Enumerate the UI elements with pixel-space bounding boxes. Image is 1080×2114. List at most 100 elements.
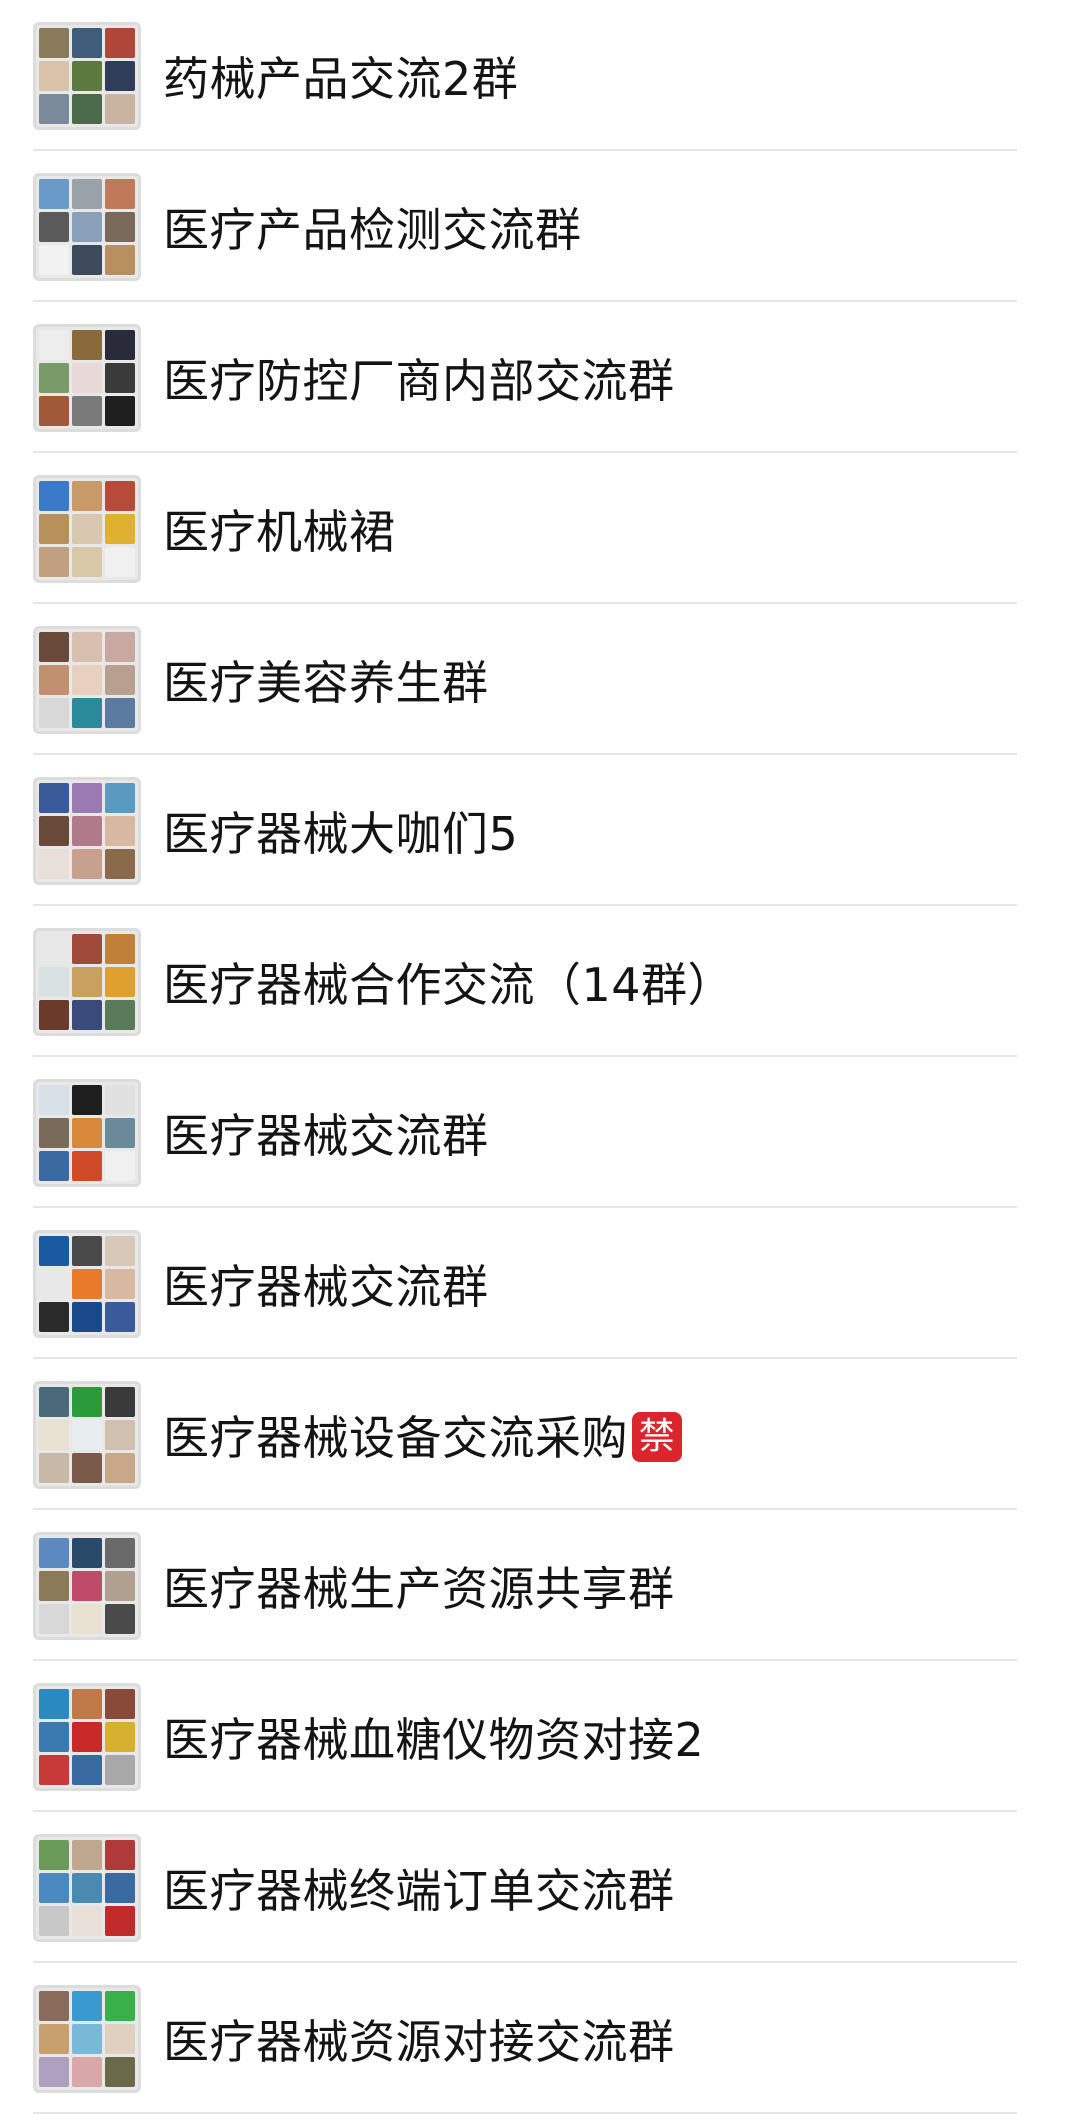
member-avatar-tile (72, 999, 102, 1030)
member-avatar-tile (105, 697, 135, 728)
member-avatar-tile (105, 933, 135, 964)
group-name: 医疗器械合作交流（14群） (163, 949, 734, 1015)
group-chat-item[interactable]: 医疗器械资源对接交流群 (0, 1963, 1080, 2114)
member-avatar-tile (105, 1990, 135, 2021)
member-avatar-tile (72, 1721, 102, 1752)
member-avatar-tile (105, 60, 135, 91)
group-name: 医疗器械血糖仪物资对接2 (163, 1704, 704, 1770)
member-avatar-tile (72, 480, 102, 511)
group-avatar (33, 21, 141, 130)
group-chat-item[interactable]: 医疗器械终端订单交流群 (0, 1812, 1080, 1963)
member-avatar-tile (39, 1990, 69, 2021)
group-chat-item[interactable]: 医疗器械大咖们5 (0, 755, 1080, 906)
group-chat-item[interactable]: 药械产品交流2群 (0, 0, 1080, 151)
member-avatar-tile (105, 1150, 135, 1181)
member-avatar-tile (105, 1839, 135, 1870)
member-avatar-tile (105, 1721, 135, 1752)
member-avatar-tile (105, 1570, 135, 1601)
member-avatar-tile (72, 1386, 102, 1417)
member-avatar-tile (39, 1386, 69, 1417)
group-name: 医疗器械交流群 (163, 1251, 489, 1317)
member-avatar-tile (105, 480, 135, 511)
member-avatar-tile (105, 513, 135, 544)
member-avatar-tile (72, 244, 102, 275)
member-avatar-tile (39, 1872, 69, 1903)
group-chat-item[interactable]: 医疗产品检测交流群 (0, 151, 1080, 302)
group-avatar (33, 172, 141, 281)
member-avatar-tile (72, 1537, 102, 1568)
group-name-text: 医疗美容养生群 (163, 655, 489, 710)
group-name: 医疗防控厂商内部交流群 (163, 345, 675, 411)
member-avatar-tile (105, 815, 135, 846)
member-avatar-tile (105, 1754, 135, 1785)
group-chat-item[interactable]: 医疗器械交流群 (0, 1057, 1080, 1208)
member-avatar-tile (105, 1905, 135, 1936)
group-name-text: 医疗器械交流群 (163, 1259, 489, 1314)
group-name: 药械产品交流2群 (163, 43, 518, 109)
member-avatar-tile (39, 782, 69, 813)
group-chat-item[interactable]: 医疗器械设备交流采购禁 (0, 1359, 1080, 1510)
member-avatar-tile (72, 1603, 102, 1634)
member-avatar-tile (72, 1301, 102, 1332)
member-avatar-tile (72, 1150, 102, 1181)
group-avatar (33, 1833, 141, 1942)
member-avatar-tile (72, 966, 102, 997)
group-avatar (33, 1380, 141, 1489)
member-avatar-tile (39, 1537, 69, 1568)
member-avatar-tile (72, 93, 102, 124)
member-avatar-tile (39, 1603, 69, 1634)
member-avatar-tile (72, 664, 102, 695)
member-avatar-tile (72, 933, 102, 964)
member-avatar-tile (39, 480, 69, 511)
member-avatar-tile (39, 362, 69, 393)
group-chat-item[interactable]: 医疗美容养生群 (0, 604, 1080, 755)
member-avatar-tile (105, 631, 135, 662)
group-avatar (33, 1078, 141, 1187)
member-avatar-tile (72, 27, 102, 58)
group-chat-item[interactable]: 医疗器械合作交流（14群） (0, 906, 1080, 1057)
member-avatar-tile (72, 513, 102, 544)
member-avatar-tile (72, 395, 102, 426)
member-avatar-tile (39, 631, 69, 662)
group-chat-item[interactable]: 医疗器械交流群 (0, 1208, 1080, 1359)
member-avatar-tile (72, 782, 102, 813)
group-chat-item[interactable]: 医疗器械血糖仪物资对接2 (0, 1661, 1080, 1812)
group-list: 药械产品交流2群医疗产品检测交流群医疗防控厂商内部交流群医疗机械裙医疗美容养生群… (0, 0, 1080, 2114)
group-name: 医疗器械大咖们5 (163, 798, 518, 864)
member-avatar-tile (72, 2023, 102, 2054)
member-avatar-tile (72, 1905, 102, 1936)
member-avatar-tile (39, 933, 69, 964)
member-avatar-tile (39, 329, 69, 360)
member-avatar-tile (72, 2056, 102, 2087)
group-avatar (33, 776, 141, 885)
member-avatar-tile (39, 815, 69, 846)
group-name: 医疗器械设备交流采购禁 (163, 1402, 682, 1468)
member-avatar-tile (39, 1452, 69, 1483)
member-avatar-tile (105, 966, 135, 997)
group-name-text: 医疗器械终端订单交流群 (163, 1863, 675, 1918)
member-avatar-tile (72, 1990, 102, 2021)
member-avatar-tile (72, 848, 102, 879)
group-chat-item[interactable]: 医疗器械生产资源共享群 (0, 1510, 1080, 1661)
member-avatar-tile (39, 999, 69, 1030)
member-avatar-tile (39, 1419, 69, 1450)
member-avatar-tile (39, 395, 69, 426)
group-avatar (33, 927, 141, 1036)
member-avatar-tile (105, 1235, 135, 1266)
member-avatar-tile (72, 1419, 102, 1450)
group-name: 医疗器械交流群 (163, 1100, 489, 1166)
group-avatar (33, 1229, 141, 1338)
member-avatar-tile (105, 1537, 135, 1568)
group-chat-item[interactable]: 医疗机械裙 (0, 453, 1080, 604)
group-avatar (33, 1531, 141, 1640)
member-avatar-tile (105, 93, 135, 124)
member-avatar-tile (39, 1235, 69, 1266)
member-avatar-tile (72, 1872, 102, 1903)
member-avatar-tile (105, 848, 135, 879)
group-chat-item[interactable]: 医疗防控厂商内部交流群 (0, 302, 1080, 453)
member-avatar-tile (72, 1268, 102, 1299)
member-avatar-tile (72, 178, 102, 209)
member-avatar-tile (39, 966, 69, 997)
member-avatar-tile (39, 697, 69, 728)
member-avatar-tile (105, 1084, 135, 1115)
